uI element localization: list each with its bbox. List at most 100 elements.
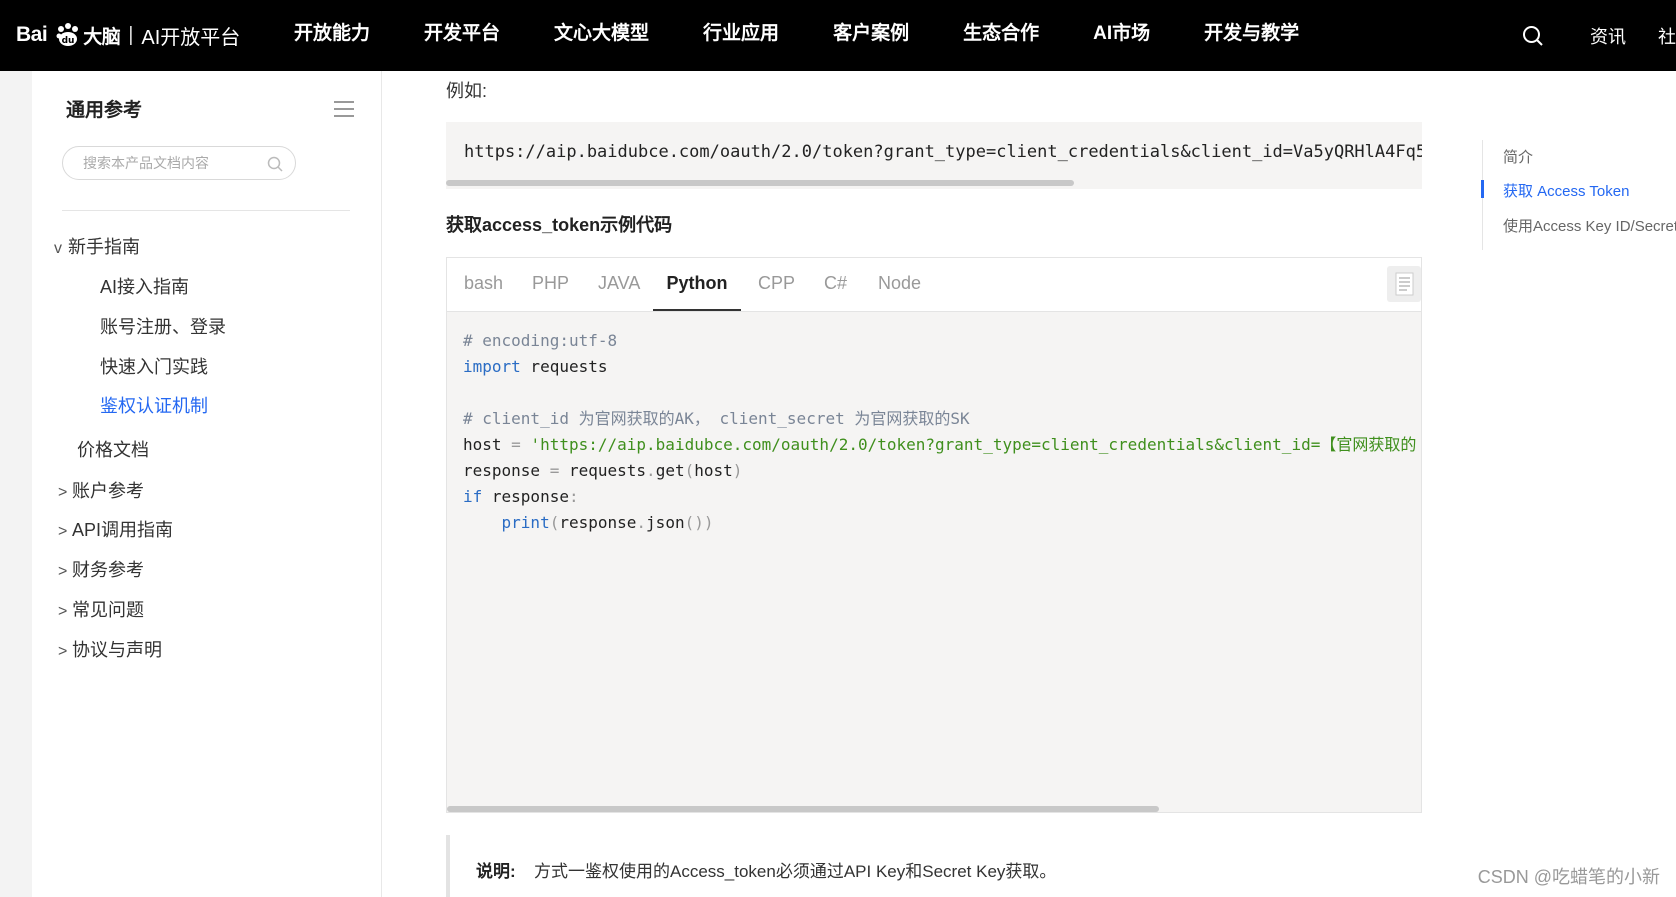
community-link[interactable]: 社 bbox=[1658, 23, 1676, 49]
code-operator: . bbox=[646, 461, 656, 480]
search-icon[interactable] bbox=[267, 156, 283, 172]
sidebar-item-label: 账户参考 bbox=[72, 481, 144, 501]
sidebar-item-agreements[interactable]: > 协议与声明 bbox=[58, 636, 162, 662]
code-operator: . bbox=[636, 513, 647, 532]
code-operator: = bbox=[511, 435, 521, 454]
code-text: requests bbox=[559, 461, 647, 480]
menu-icon[interactable] bbox=[334, 101, 354, 117]
code-text: json bbox=[646, 513, 685, 532]
doc-sidebar: 通用参考 v新手指南 AI接入指南 账号注册、登录 快速入门实践 鉴权认证机制 … bbox=[32, 71, 382, 897]
news-link[interactable]: 资讯 bbox=[1590, 23, 1626, 49]
nav-item-dev-platform[interactable]: 开发平台 bbox=[424, 0, 500, 71]
sidebar-divider bbox=[62, 210, 350, 211]
left-gutter bbox=[0, 71, 32, 897]
code-text: response bbox=[463, 461, 550, 480]
tab-cpp[interactable]: CPP bbox=[758, 258, 795, 311]
toc-item-get-access-token[interactable]: 获取 Access Token bbox=[1503, 180, 1629, 201]
top-right-actions: 资讯 社 bbox=[1522, 0, 1676, 71]
table-of-contents: 简介 获取 Access Token 使用Access Key ID/Secre… bbox=[1481, 140, 1676, 250]
sidebar-title: 通用参考 bbox=[66, 100, 143, 121]
example-url-text: https://aip.baidubce.com/oauth/2.0/token… bbox=[464, 142, 1422, 162]
code-keyword: print bbox=[501, 513, 550, 532]
code-keyword: if bbox=[463, 487, 483, 506]
example-url-block: https://aip.baidubce.com/oauth/2.0/token… bbox=[446, 122, 1422, 189]
chevron-right-icon: > bbox=[58, 643, 68, 660]
brand-du-text: 大脑 bbox=[83, 26, 121, 48]
svg-text:du: du bbox=[62, 36, 75, 46]
tab-csharp[interactable]: C# bbox=[824, 258, 847, 311]
sidebar-item-faq[interactable]: > 常见问题 bbox=[58, 596, 144, 622]
sidebar-item-label: 协议与声明 bbox=[72, 640, 162, 660]
nav-item-industry-apps[interactable]: 行业应用 bbox=[703, 0, 779, 71]
sidebar-item-ai-access-guide[interactable]: AI接入指南 bbox=[100, 273, 189, 299]
code-keyword: import bbox=[463, 357, 521, 376]
code-text: get bbox=[655, 461, 685, 480]
code-line-4: # client_id 为官网获取的AK， client_secret 为官网获… bbox=[463, 409, 970, 428]
sidebar-item-label: API调用指南 bbox=[72, 520, 174, 540]
example-label: 例如: bbox=[446, 81, 488, 101]
code-text: response bbox=[482, 487, 569, 506]
brand-bai-text: Bai bbox=[16, 23, 48, 46]
section-title: 获取access_token示例代码 bbox=[446, 215, 673, 235]
tab-bash[interactable]: bash bbox=[464, 258, 503, 311]
brand-separator: | bbox=[128, 23, 134, 46]
sidebar-item-label: 常见问题 bbox=[72, 600, 144, 620]
brand-platform-text: AI开放平台 bbox=[141, 26, 241, 49]
tab-python[interactable]: Python bbox=[653, 258, 741, 311]
code-text: host bbox=[694, 461, 733, 480]
sidebar-search-input[interactable] bbox=[81, 154, 265, 172]
code-text: host bbox=[463, 435, 512, 454]
code-string: 'https://aip.baidubce.com/oauth/2.0/toke… bbox=[520, 435, 1417, 454]
copy-icon bbox=[1395, 272, 1414, 296]
python-code: # encoding:utf-8 import requests # clien… bbox=[463, 328, 1416, 536]
code-operator: : bbox=[568, 487, 579, 506]
sidebar-item-account-register[interactable]: 账号注册、登录 bbox=[100, 313, 226, 339]
sidebar-item-auth-mechanism[interactable]: 鉴权认证机制 bbox=[100, 392, 208, 418]
doc-content: 例如: https://aip.baidubce.com/oauth/2.0/t… bbox=[382, 71, 1426, 897]
csdn-watermark: CSDN @吃蜡笔的小新 bbox=[1477, 867, 1660, 887]
note-label: 说明: bbox=[476, 862, 516, 881]
code-sample-panel: bash PHP JAVA Python CPP C# Node # encod… bbox=[446, 257, 1422, 813]
url-horizontal-scrollbar[interactable] bbox=[446, 180, 1074, 186]
main-nav: 开放能力 开发平台 文心大模型 行业应用 客户案例 生态合作 AI市场 开发与教… bbox=[294, 0, 1353, 71]
copy-code-button[interactable] bbox=[1387, 266, 1421, 302]
baidu-ai-logo[interactable]: Bai du 大脑 | AI开放平台 bbox=[16, 18, 240, 52]
top-navigation-bar: Bai du 大脑 | AI开放平台 开放能力 开发平台 文心大模型 行业应用 … bbox=[0, 0, 1676, 71]
tab-node[interactable]: Node bbox=[878, 258, 921, 311]
toc-item-intro[interactable]: 简介 bbox=[1503, 146, 1533, 167]
nav-item-ai-market[interactable]: AI市场 bbox=[1093, 0, 1150, 71]
sidebar-item-label: 财务参考 bbox=[72, 560, 144, 580]
sidebar-item-newbie-guide[interactable]: v 新手指南 bbox=[54, 233, 140, 259]
sidebar-item-label: 新手指南 bbox=[68, 237, 140, 257]
sidebar-item-pricing[interactable]: 价格文档 bbox=[77, 436, 149, 462]
sidebar-search bbox=[62, 146, 296, 180]
note-box: 说明: 方式一鉴权使用的Access_token必须通过API Key和Secr… bbox=[446, 835, 1426, 897]
code-horizontal-scrollbar[interactable] bbox=[447, 806, 1159, 812]
sidebar-item-finance-ref[interactable]: > 财务参考 bbox=[58, 556, 144, 582]
sidebar-item-quick-start[interactable]: 快速入门实践 bbox=[100, 353, 208, 379]
search-icon[interactable] bbox=[1522, 25, 1544, 47]
chevron-right-icon: > bbox=[58, 484, 68, 501]
toc-item-access-key[interactable]: 使用Access Key ID/Secret bbox=[1503, 215, 1676, 236]
tab-java[interactable]: JAVA bbox=[598, 258, 640, 311]
code-text: requests bbox=[520, 357, 608, 376]
language-tabs: bash PHP JAVA Python CPP C# Node bbox=[447, 258, 1421, 312]
code-operator: ( bbox=[549, 513, 560, 532]
nav-item-open-capabilities[interactable]: 开放能力 bbox=[294, 0, 370, 71]
tab-php[interactable]: PHP bbox=[532, 258, 569, 311]
code-operator: ( bbox=[684, 461, 695, 480]
chevron-right-icon: > bbox=[58, 603, 68, 620]
toc-active-marker bbox=[1481, 180, 1484, 198]
chevron-right-icon: > bbox=[58, 523, 68, 540]
sidebar-item-account-ref[interactable]: > 账户参考 bbox=[58, 477, 144, 503]
code-operator: = bbox=[549, 461, 560, 480]
code-operator: ) bbox=[732, 461, 743, 480]
nav-item-dev-learning[interactable]: 开发与教学 bbox=[1204, 0, 1299, 71]
chevron-down-icon: v bbox=[54, 240, 62, 257]
code-text: response bbox=[559, 513, 637, 532]
nav-item-wenxin-model[interactable]: 文心大模型 bbox=[554, 0, 649, 71]
chevron-right-icon: > bbox=[58, 563, 68, 580]
nav-item-customer-cases[interactable]: 客户案例 bbox=[833, 0, 909, 71]
sidebar-item-api-guide[interactable]: > API调用指南 bbox=[58, 516, 173, 542]
nav-item-ecosystem[interactable]: 生态合作 bbox=[963, 0, 1039, 71]
